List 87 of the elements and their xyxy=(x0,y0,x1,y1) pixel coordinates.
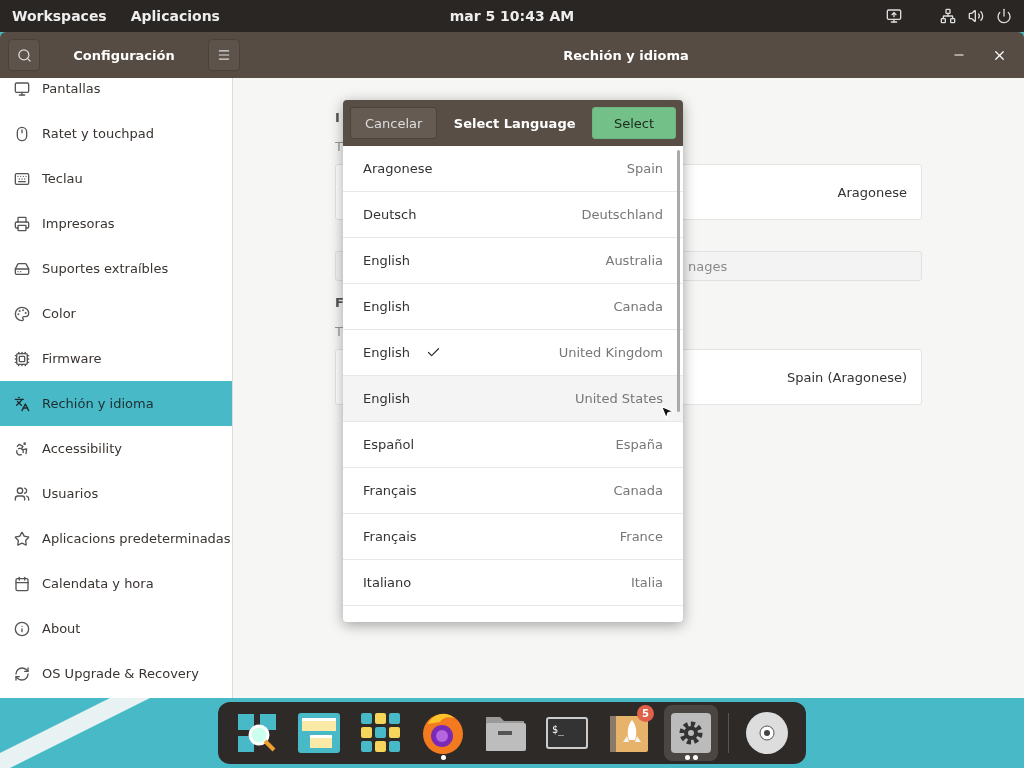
sidebar-title: Configuración xyxy=(72,47,176,63)
sidebar-item[interactable]: OS Upgrade & Recovery xyxy=(0,651,232,696)
region-name: Canada xyxy=(613,483,663,498)
language-row[interactable]: English United States xyxy=(343,376,683,422)
top-bar-menu[interactable]: Aplicacions xyxy=(130,8,220,24)
accessibility-icon xyxy=(14,440,30,457)
search-icon[interactable] xyxy=(236,712,278,754)
language-row[interactable]: English Australia xyxy=(343,238,683,284)
sidebar-item[interactable]: Teclau xyxy=(0,156,232,201)
app-grid-icon[interactable] xyxy=(361,713,401,753)
sidebar-item[interactable]: Impresoras xyxy=(0,201,232,246)
language-name: Aragonese xyxy=(363,161,433,176)
sidebar-item[interactable]: Firmware xyxy=(0,336,232,381)
sidebar-item[interactable]: Color xyxy=(0,291,232,336)
notification-badge: 5 xyxy=(637,705,654,722)
sidebar-item[interactable]: Pantallas xyxy=(0,78,232,111)
region-name: France xyxy=(619,529,663,544)
settings-icon[interactable] xyxy=(671,713,711,753)
dialog-title: Select Language xyxy=(452,115,577,131)
sidebar-item[interactable]: Ratet y touchpad xyxy=(0,111,232,156)
palette-icon xyxy=(14,305,30,322)
region-name: Canada xyxy=(613,299,663,314)
sidebar-item[interactable]: Calendata y hora xyxy=(0,561,232,606)
region-name: Spain xyxy=(626,161,663,176)
scrollbar[interactable] xyxy=(677,150,680,412)
cancel-button[interactable]: Cancelar xyxy=(350,107,438,139)
users-icon xyxy=(14,485,30,502)
language-row[interactable]: Aragonese Spain xyxy=(343,146,683,192)
calendar-icon xyxy=(14,575,30,592)
sidebar-item[interactable]: Rechión y idioma xyxy=(0,381,232,426)
region-name: Italia xyxy=(630,575,663,590)
star-icon xyxy=(14,530,30,547)
region-name: Australia xyxy=(605,253,663,268)
keyboard-icon xyxy=(14,170,30,187)
select-button[interactable]: Select xyxy=(592,107,676,139)
section-description: T xyxy=(335,139,343,154)
disc-icon[interactable] xyxy=(745,711,789,755)
region-name: United States xyxy=(574,391,663,406)
monitor-icon xyxy=(14,80,30,97)
menu-icon xyxy=(217,48,231,62)
sidebar-item[interactable]: Suportes extraíbles xyxy=(0,246,232,291)
search-button[interactable] xyxy=(8,39,40,71)
sidebar-item[interactable]: Accessibility xyxy=(0,426,232,471)
power-icon[interactable] xyxy=(996,8,1012,24)
chip-icon xyxy=(14,350,30,367)
language-row[interactable]: Español España xyxy=(343,422,683,468)
language-name: English xyxy=(363,299,410,314)
printer-icon xyxy=(14,215,30,232)
window-title: Rechión y idioma xyxy=(562,47,690,63)
pointer-icon xyxy=(659,404,675,420)
language-name: English xyxy=(363,253,410,268)
region-name: Deutschland xyxy=(581,207,663,222)
region-name: United Kingdom xyxy=(558,345,663,360)
language-name: Français xyxy=(363,529,417,544)
mouse-icon xyxy=(14,125,30,142)
language-name: Italiano xyxy=(363,575,412,590)
language-row[interactable]: Français Canada xyxy=(343,468,683,514)
language-name: Español xyxy=(363,437,414,452)
language-row[interactable]: English Canada xyxy=(343,284,683,330)
language-row[interactable]: Français France xyxy=(343,514,683,560)
refresh-icon xyxy=(14,665,30,682)
language-name: English xyxy=(363,345,410,360)
section-heading: F xyxy=(335,295,344,310)
display-icon[interactable] xyxy=(886,8,902,24)
section-description: T xyxy=(335,324,343,339)
language-row[interactable]: English United Kingdom xyxy=(343,330,683,376)
terminal-icon[interactable]: $_ xyxy=(546,717,588,749)
volume-icon[interactable] xyxy=(968,8,984,24)
info-icon xyxy=(14,620,30,637)
language-icon xyxy=(14,395,30,412)
sidebar-item[interactable]: Usuarios xyxy=(0,471,232,516)
top-bar-menu[interactable]: Workspaces xyxy=(12,8,107,24)
clock[interactable]: mar 5 10:43 AM xyxy=(449,8,575,24)
running-indicator xyxy=(440,755,446,760)
section-heading: I xyxy=(335,110,340,125)
menu-button[interactable] xyxy=(208,39,240,71)
network-icon[interactable] xyxy=(940,8,956,24)
sidebar-item[interactable]: About xyxy=(0,606,232,651)
region-name: España xyxy=(615,437,663,452)
language-name: Français xyxy=(363,483,417,498)
sidebar-item[interactable]: Aplicacions predeterminadas xyxy=(0,516,232,561)
search-icon xyxy=(16,47,32,63)
drive-icon xyxy=(14,260,30,277)
language-row[interactable]: Deutsch Deutschland xyxy=(343,192,683,238)
language-row[interactable]: Italiano Italia xyxy=(343,560,683,606)
language-name: Deutsch xyxy=(363,207,417,222)
language-name: English xyxy=(363,391,410,406)
